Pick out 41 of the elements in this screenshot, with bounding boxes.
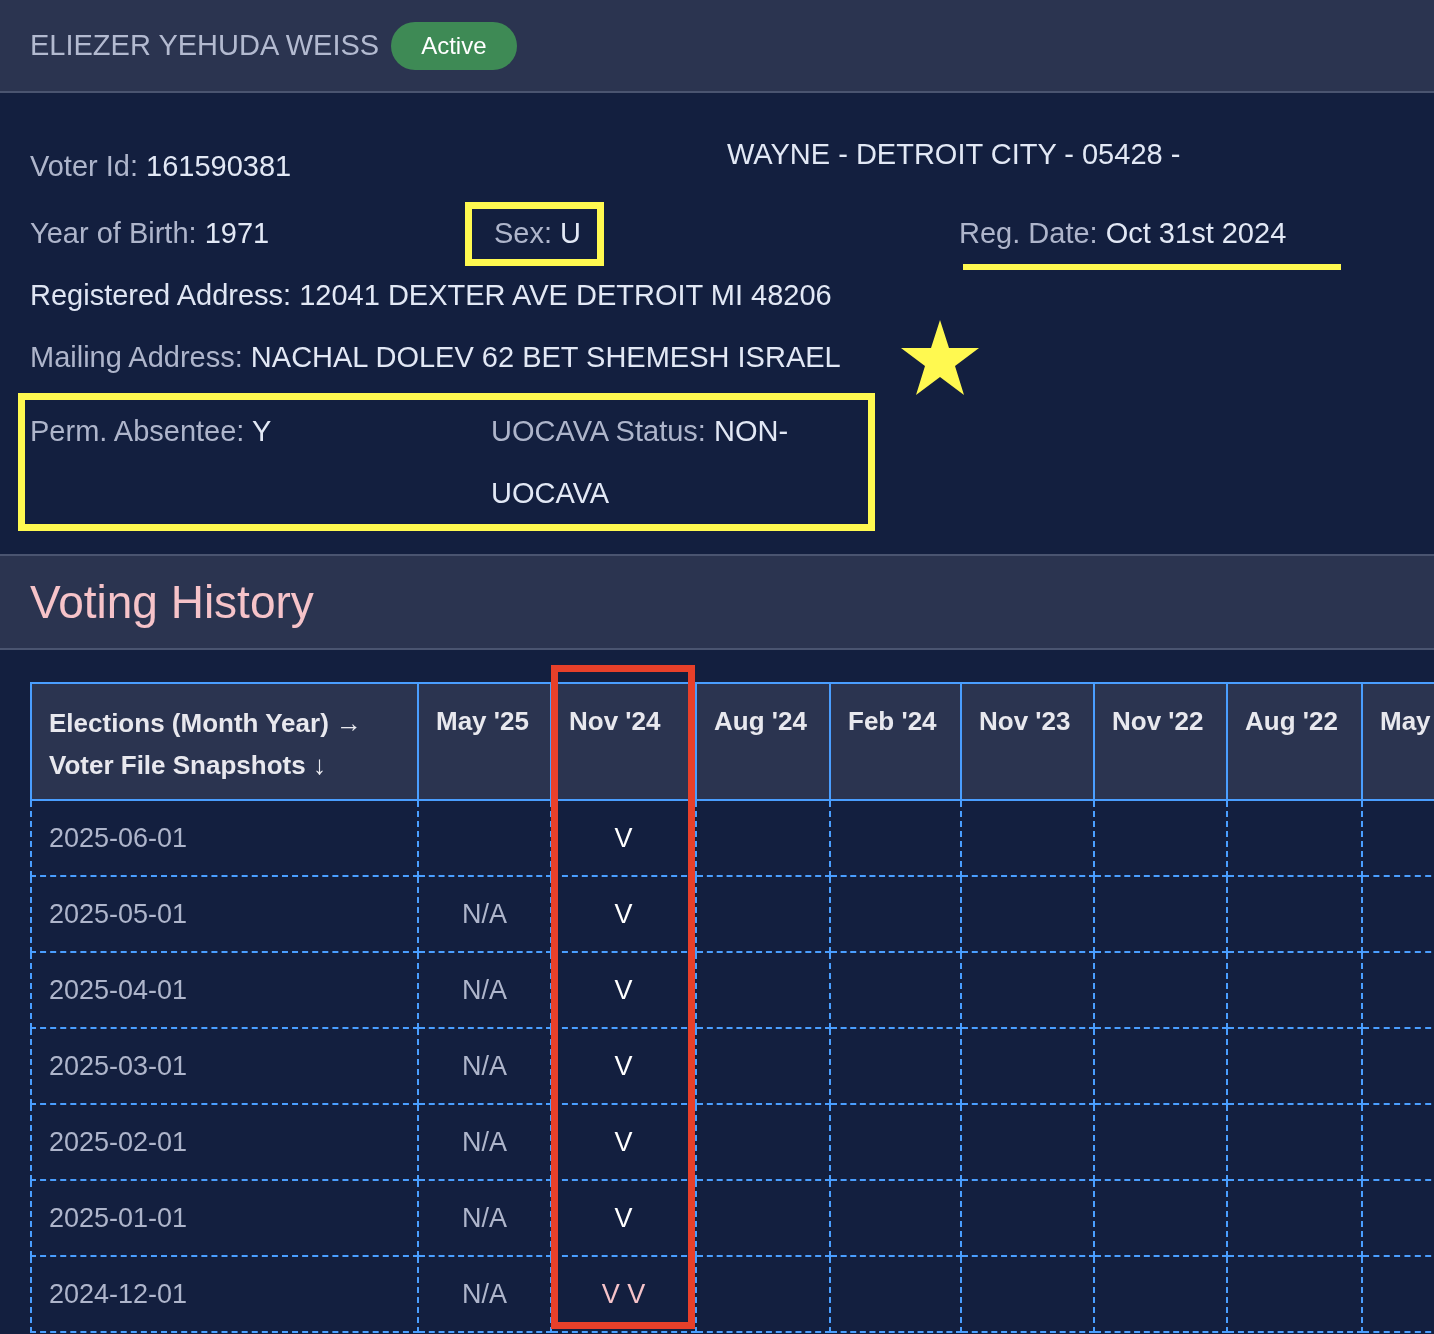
snapshot-date: 2025-05-01 xyxy=(31,876,418,952)
vote-mark: V xyxy=(614,1050,633,1081)
column-header: May '25 xyxy=(418,683,551,800)
vote-mark: V xyxy=(614,822,633,853)
snapshot-date: 2024-12-01 xyxy=(31,1256,418,1332)
section-title: Voting History xyxy=(30,574,314,630)
star-icon xyxy=(900,320,980,396)
voter-id: Voter Id: 161590381 xyxy=(30,150,292,182)
column-header: May xyxy=(1362,683,1434,800)
registration-date: Reg. Date: Oct 31st 2024 xyxy=(959,217,1287,250)
status-badge: Active xyxy=(391,21,517,70)
vote-mark: N/A xyxy=(462,1202,507,1233)
vote-mark: V xyxy=(614,898,633,929)
voter-name: ELIEZER YEHUDA WEISS xyxy=(30,27,380,63)
mailing-address: Mailing Address: NACHAL DOLEV 62 BET SHEMESH ISRAEL xyxy=(30,340,841,376)
snapshot-date: 2025-04-01 xyxy=(31,952,418,1028)
vote-mark: N/A xyxy=(462,974,507,1005)
column-header: Aug '24 xyxy=(696,683,830,800)
registered-address: Registered Address: 12041 DEXTER AVE DETROIT MI 48206 xyxy=(30,278,832,314)
column-header: Aug '22 xyxy=(1227,683,1362,800)
snapshot-date: 2025-02-01 xyxy=(31,1104,418,1180)
snapshot-date: 2025-01-01 xyxy=(31,1180,418,1256)
vote-mark: N/A xyxy=(462,1126,507,1157)
location-text: WAYNE - DETROIT CITY - 05428 - xyxy=(727,137,1181,172)
vote-mark: N/A xyxy=(462,898,507,929)
column-header: Nov '22 xyxy=(1094,683,1227,800)
column-header: Feb '24 xyxy=(830,683,961,800)
vote-mark: V xyxy=(614,974,633,1005)
vote-mark: V xyxy=(614,1202,633,1233)
year-of-birth: Year of Birth: 1971 xyxy=(30,217,270,250)
sex: Sex: U xyxy=(494,216,582,252)
vote-mark: N/A xyxy=(462,1050,507,1081)
vote-mark: N/A xyxy=(462,1278,507,1309)
vote-mark: V xyxy=(614,1126,633,1157)
snapshot-date: 2025-06-01 xyxy=(31,800,418,876)
vote-mark: V V xyxy=(601,1278,646,1309)
corner-header: Elections (Month Year) → Voter File Snapshots ↓ xyxy=(31,683,418,800)
perm-absentee: Perm. Absentee: Y xyxy=(30,415,272,447)
uocava-status: UOCAVA Status: NON-UOCAVA xyxy=(491,415,789,509)
snapshot-date: 2025-03-01 xyxy=(31,1028,418,1104)
column-header: Nov '23 xyxy=(961,683,1094,800)
